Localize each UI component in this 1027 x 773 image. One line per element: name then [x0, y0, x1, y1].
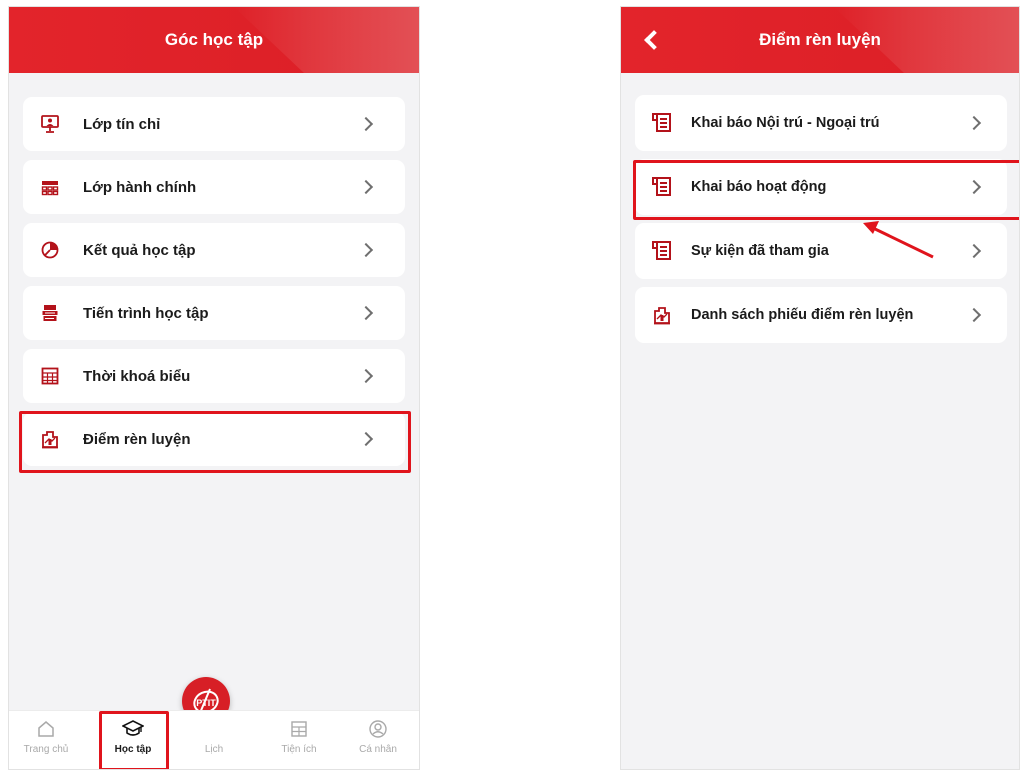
document-scroll-icon: [651, 112, 673, 134]
ptit-logo-text: PTIT: [196, 698, 216, 708]
graduation-cap-icon: [122, 720, 144, 736]
score-chart-icon: [651, 304, 673, 326]
menu-item-label: Danh sách phiếu điểm rèn luyện: [691, 307, 914, 323]
study-menu: Lớp tín chỉ Lớp hành chính Kết quả học t…: [9, 97, 419, 475]
chevron-right-icon: [966, 179, 982, 195]
menu-item-admin-class[interactable]: Lớp hành chính: [23, 160, 405, 214]
nav-item-calendar[interactable]: Lịch: [179, 719, 249, 755]
chevron-right-icon: [358, 116, 374, 132]
pie-chart-icon: [39, 239, 61, 261]
presentation-board-icon: [39, 113, 61, 135]
menu-item-activity-declaration[interactable]: Khai báo hoạt động: [635, 159, 1007, 215]
profile-icon: [369, 720, 387, 738]
menu-item-study-progress[interactable]: Tiến trình học tập: [23, 286, 405, 340]
back-button[interactable]: [639, 27, 664, 53]
app-header: Góc học tập: [9, 7, 419, 73]
chevron-right-icon: [358, 305, 374, 321]
nav-item-utilities[interactable]: Tiện ích: [264, 719, 334, 755]
chevron-left-icon: [644, 30, 664, 50]
menu-item-credit-class[interactable]: Lớp tín chỉ: [23, 97, 405, 151]
menu-item-attended-events[interactable]: Sự kiện đã tham gia: [635, 223, 1007, 279]
menu-item-conduct-score[interactable]: Điểm rèn luyện: [23, 412, 405, 466]
calendar-grid-icon: [39, 365, 61, 387]
menu-item-study-results[interactable]: Kết quả học tập: [23, 223, 405, 277]
classroom-seats-icon: [39, 176, 61, 198]
nav-label: Lịch: [204, 744, 224, 755]
nav-item-study[interactable]: Học tập: [98, 719, 168, 755]
score-chart-icon: [39, 428, 61, 450]
menu-item-label: Lớp tín chỉ: [83, 115, 161, 133]
chevron-right-icon: [966, 115, 982, 131]
books-stack-icon: [39, 302, 61, 324]
menu-item-score-sheet-list[interactable]: Danh sách phiếu điểm rèn luyện: [635, 287, 1007, 343]
document-scroll-icon: [651, 240, 673, 262]
menu-item-timetable[interactable]: Thời khoá biểu: [23, 349, 405, 403]
chevron-right-icon: [358, 368, 374, 384]
home-icon: [38, 721, 54, 737]
menu-item-residence-declaration[interactable]: Khai báo Nội trú - Ngoại trú: [635, 95, 1007, 151]
menu-item-label: Điểm rèn luyện: [83, 430, 191, 448]
chevron-right-icon: [358, 431, 374, 447]
chevron-right-icon: [966, 307, 982, 323]
chevron-right-icon: [358, 179, 374, 195]
left-screen: Góc học tập Lớp tín chỉ Lớp hành chính K…: [8, 6, 420, 770]
bottom-navigation: Trang chủ Học tập Lịch Tiện ích Cá nhân: [9, 710, 419, 769]
nav-item-home[interactable]: Trang chủ: [11, 719, 81, 755]
chevron-right-icon: [966, 243, 982, 259]
menu-item-label: Khai báo Nội trú - Ngoại trú: [691, 115, 880, 131]
menu-item-label: Sự kiện đã tham gia: [691, 243, 829, 259]
menu-item-label: Thời khoá biểu: [83, 367, 191, 385]
nav-label: Tiện ích: [281, 744, 317, 755]
menu-item-label: Kết quả học tập: [83, 241, 196, 259]
page-title: Điểm rèn luyện: [759, 30, 881, 49]
right-screen: Điểm rèn luyện Khai báo Nội trú - Ngoại …: [620, 6, 1020, 770]
page-title: Góc học tập: [164, 30, 264, 49]
calendar-icon-space: [204, 719, 224, 739]
chevron-right-icon: [358, 242, 374, 258]
menu-item-label: Lớp hành chính: [83, 178, 197, 196]
document-scroll-icon: [651, 176, 673, 198]
menu-item-label: Khai báo hoạt động: [691, 179, 827, 195]
nav-label: Học tập: [114, 744, 152, 755]
conduct-score-menu: Khai báo Nội trú - Ngoại trú Khai báo ho…: [621, 95, 1019, 351]
nav-label: Trang chủ: [23, 744, 69, 755]
app-header: Điểm rèn luyện: [621, 7, 1019, 73]
menu-item-label: Tiến trình học tập: [83, 304, 209, 322]
utilities-icon: [291, 721, 307, 737]
nav-item-profile[interactable]: Cá nhân: [343, 719, 413, 755]
nav-label: Cá nhân: [359, 744, 397, 755]
